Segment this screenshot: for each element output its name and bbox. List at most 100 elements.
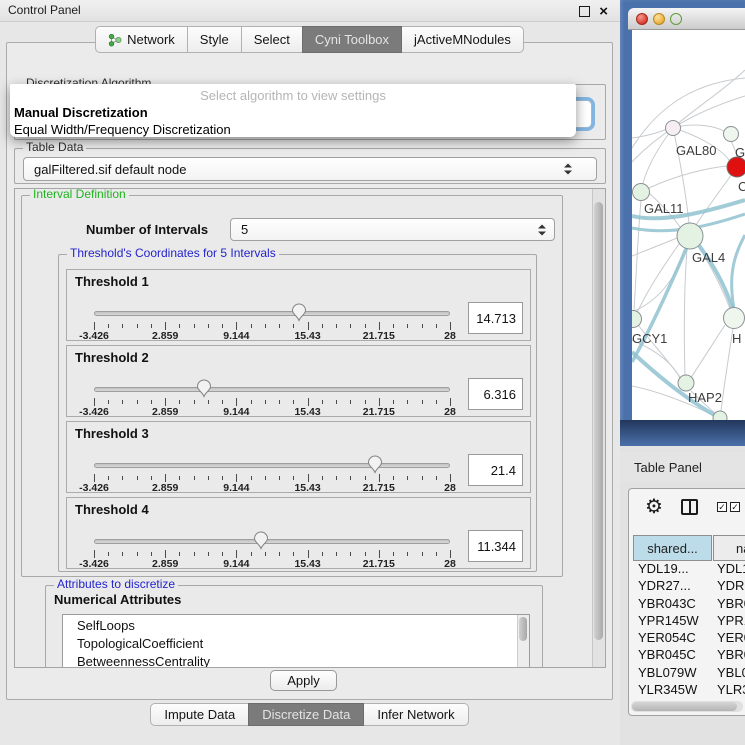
table-row[interactable]: YER054CYER0: [633, 630, 745, 647]
close-icon[interactable]: ×: [599, 4, 608, 19]
threshold-slider[interactable]: -3.4262.8599.14415.4321.71528: [94, 346, 450, 418]
slider-thumb[interactable]: [197, 379, 212, 398]
network-node[interactable]: [713, 411, 727, 420]
table-panel: ⚙ ✓ ✓ shared... na YDL19...YDL1YDR27...Y…: [628, 488, 745, 716]
table-panel-titlebar: Table Panel: [620, 452, 745, 482]
checkbox-icon[interactable]: ✓: [717, 502, 727, 512]
control-panel-window: Control Panel × Network Style Select: [0, 0, 620, 745]
tab-label: Select: [254, 32, 290, 47]
number-of-intervals-label: Number of Intervals: [86, 222, 208, 237]
table-row[interactable]: YBR043CYBR0: [633, 596, 745, 613]
split-view-icon[interactable]: [681, 499, 698, 515]
threshold-value[interactable]: 21.4: [468, 454, 523, 486]
close-button[interactable]: [636, 13, 648, 25]
tab-style[interactable]: Style: [187, 26, 242, 53]
network-node[interactable]: [632, 311, 642, 328]
zoom-button[interactable]: [670, 13, 682, 25]
network-edge: [673, 70, 745, 128]
threshold-slider[interactable]: -3.4262.8599.14415.4321.71528: [94, 422, 450, 494]
screen: Control Panel × Network Style Select: [0, 0, 745, 745]
top-tabbar: Network Style Select Cyni Toolbox jActiv…: [0, 26, 620, 53]
attribute-item[interactable]: BetweennessCentrality: [77, 653, 529, 668]
popup-item-equal-width-frequency[interactable]: Equal Width/Frequency Discretization: [10, 121, 576, 138]
scrollbar-thumb[interactable]: [632, 702, 737, 711]
network-node[interactable]: [727, 157, 745, 177]
table-data-selected-value: galFiltered.sif default node: [34, 162, 186, 177]
table-row[interactable]: YIL052CYIL0: [633, 699, 745, 700]
threshold-slider[interactable]: -3.4262.8599.14415.4321.71528: [94, 498, 450, 570]
thresholds-group: Threshold's Coordinates for 5 Intervals …: [58, 254, 537, 572]
bottom-tabbar: Impute Data Discretize Data Infer Networ…: [0, 703, 620, 726]
table-row[interactable]: YPR145WYPR1: [633, 613, 745, 630]
tab-select[interactable]: Select: [241, 26, 303, 53]
attributes-listbox[interactable]: SelfLoopsTopologicalCoefficientBetweenne…: [62, 614, 530, 668]
slider-thumb[interactable]: [292, 303, 307, 322]
threshold-block: Threshold 3 -3.4262.8599.14415.4321.7152…: [66, 421, 531, 493]
network-edge: [643, 128, 673, 183]
number-of-intervals-select[interactable]: 5: [230, 218, 555, 241]
popup-item-manual-discretization[interactable]: Manual Discretization: [10, 104, 576, 121]
float-window-icon[interactable]: [579, 6, 590, 17]
apply-button[interactable]: Apply: [270, 670, 337, 691]
tab-label: Network: [127, 32, 175, 47]
table-row[interactable]: YBL079WYBL0: [633, 665, 745, 682]
threshold-value[interactable]: 11.344: [468, 530, 523, 562]
tab-infer-network[interactable]: Infer Network: [363, 703, 468, 726]
slider-track[interactable]: [94, 387, 450, 392]
scrollbar-thumb[interactable]: [594, 202, 603, 640]
threshold-slider[interactable]: -3.4262.8599.14415.4321.71528: [94, 270, 450, 342]
attributes-group: Attributes to discretize Numerical Attri…: [45, 585, 543, 668]
slider-thumb[interactable]: [368, 455, 383, 474]
tab-network[interactable]: Network: [95, 26, 188, 53]
settings-scroll-area: Interval Definition Number of Intervals …: [14, 188, 606, 668]
numerical-attributes-label: Numerical Attributes: [54, 592, 181, 607]
threshold-value[interactable]: 6.316: [468, 378, 523, 410]
gear-icon[interactable]: ⚙: [645, 494, 663, 519]
network-node[interactable]: [678, 375, 694, 391]
slider-thumb[interactable]: [254, 531, 269, 550]
network-edge: [696, 174, 732, 225]
network-node[interactable]: [677, 223, 703, 249]
column-header-shared-name[interactable]: shared...: [633, 535, 712, 561]
network-edge: [684, 249, 687, 376]
slider-track[interactable]: [94, 463, 450, 468]
network-node[interactable]: [666, 121, 681, 136]
network-node[interactable]: [633, 184, 650, 201]
popup-placeholder: Select algorithm to view settings: [10, 84, 576, 104]
node-label: HAP2: [688, 390, 722, 405]
network-edge: [732, 235, 745, 310]
tab-impute-data[interactable]: Impute Data: [150, 703, 249, 726]
table-data-group: Table Data galFiltered.sif default node: [14, 148, 606, 184]
table-row[interactable]: YDR27...YDR2: [633, 578, 745, 595]
table-row[interactable]: YBR045CYBR0: [633, 647, 745, 664]
attribute-item[interactable]: TopologicalCoefficient: [77, 635, 529, 653]
table-row[interactable]: YLR345WYLR3: [633, 682, 745, 699]
tab-cyni-toolbox[interactable]: Cyni Toolbox: [302, 26, 402, 53]
tab-jactivemnodules[interactable]: jActiveMNodules: [401, 26, 524, 53]
network-edge: [690, 325, 725, 379]
network-edge: [632, 352, 720, 418]
window-title: Control Panel: [8, 0, 81, 21]
column-header-name[interactable]: na: [713, 535, 745, 561]
network-node[interactable]: [724, 308, 745, 329]
tab-label: Cyni Toolbox: [315, 32, 389, 47]
threshold-value[interactable]: 14.713: [468, 302, 523, 334]
checkbox-icon[interactable]: ✓: [730, 502, 740, 512]
node-label: C: [738, 179, 745, 194]
slider-track[interactable]: [94, 311, 450, 316]
list-scrollbar[interactable]: [517, 615, 529, 668]
table-row[interactable]: YDL19...YDL1: [633, 561, 745, 578]
thresholds-group-title: Threshold's Coordinates for 5 Intervals: [67, 246, 279, 260]
horizontal-scrollbar[interactable]: [631, 701, 743, 712]
tab-discretize-data[interactable]: Discretize Data: [248, 703, 364, 726]
table-data-select[interactable]: galFiltered.sif default node: [23, 157, 597, 181]
slider-tick-labels: -3.4262.8599.14415.4321.71528: [94, 558, 450, 570]
vertical-scrollbar[interactable]: [592, 189, 605, 667]
tab-label: Style: [200, 32, 229, 47]
network-node[interactable]: [724, 127, 739, 142]
network-canvas[interactable]: GAL80GACGAL11GAL4GCY1HHAP2: [632, 30, 745, 420]
attribute-item[interactable]: SelfLoops: [77, 617, 529, 635]
slider-track[interactable]: [94, 539, 450, 544]
tab-label: jActiveMNodules: [414, 32, 511, 47]
minimize-button[interactable]: [653, 13, 665, 25]
